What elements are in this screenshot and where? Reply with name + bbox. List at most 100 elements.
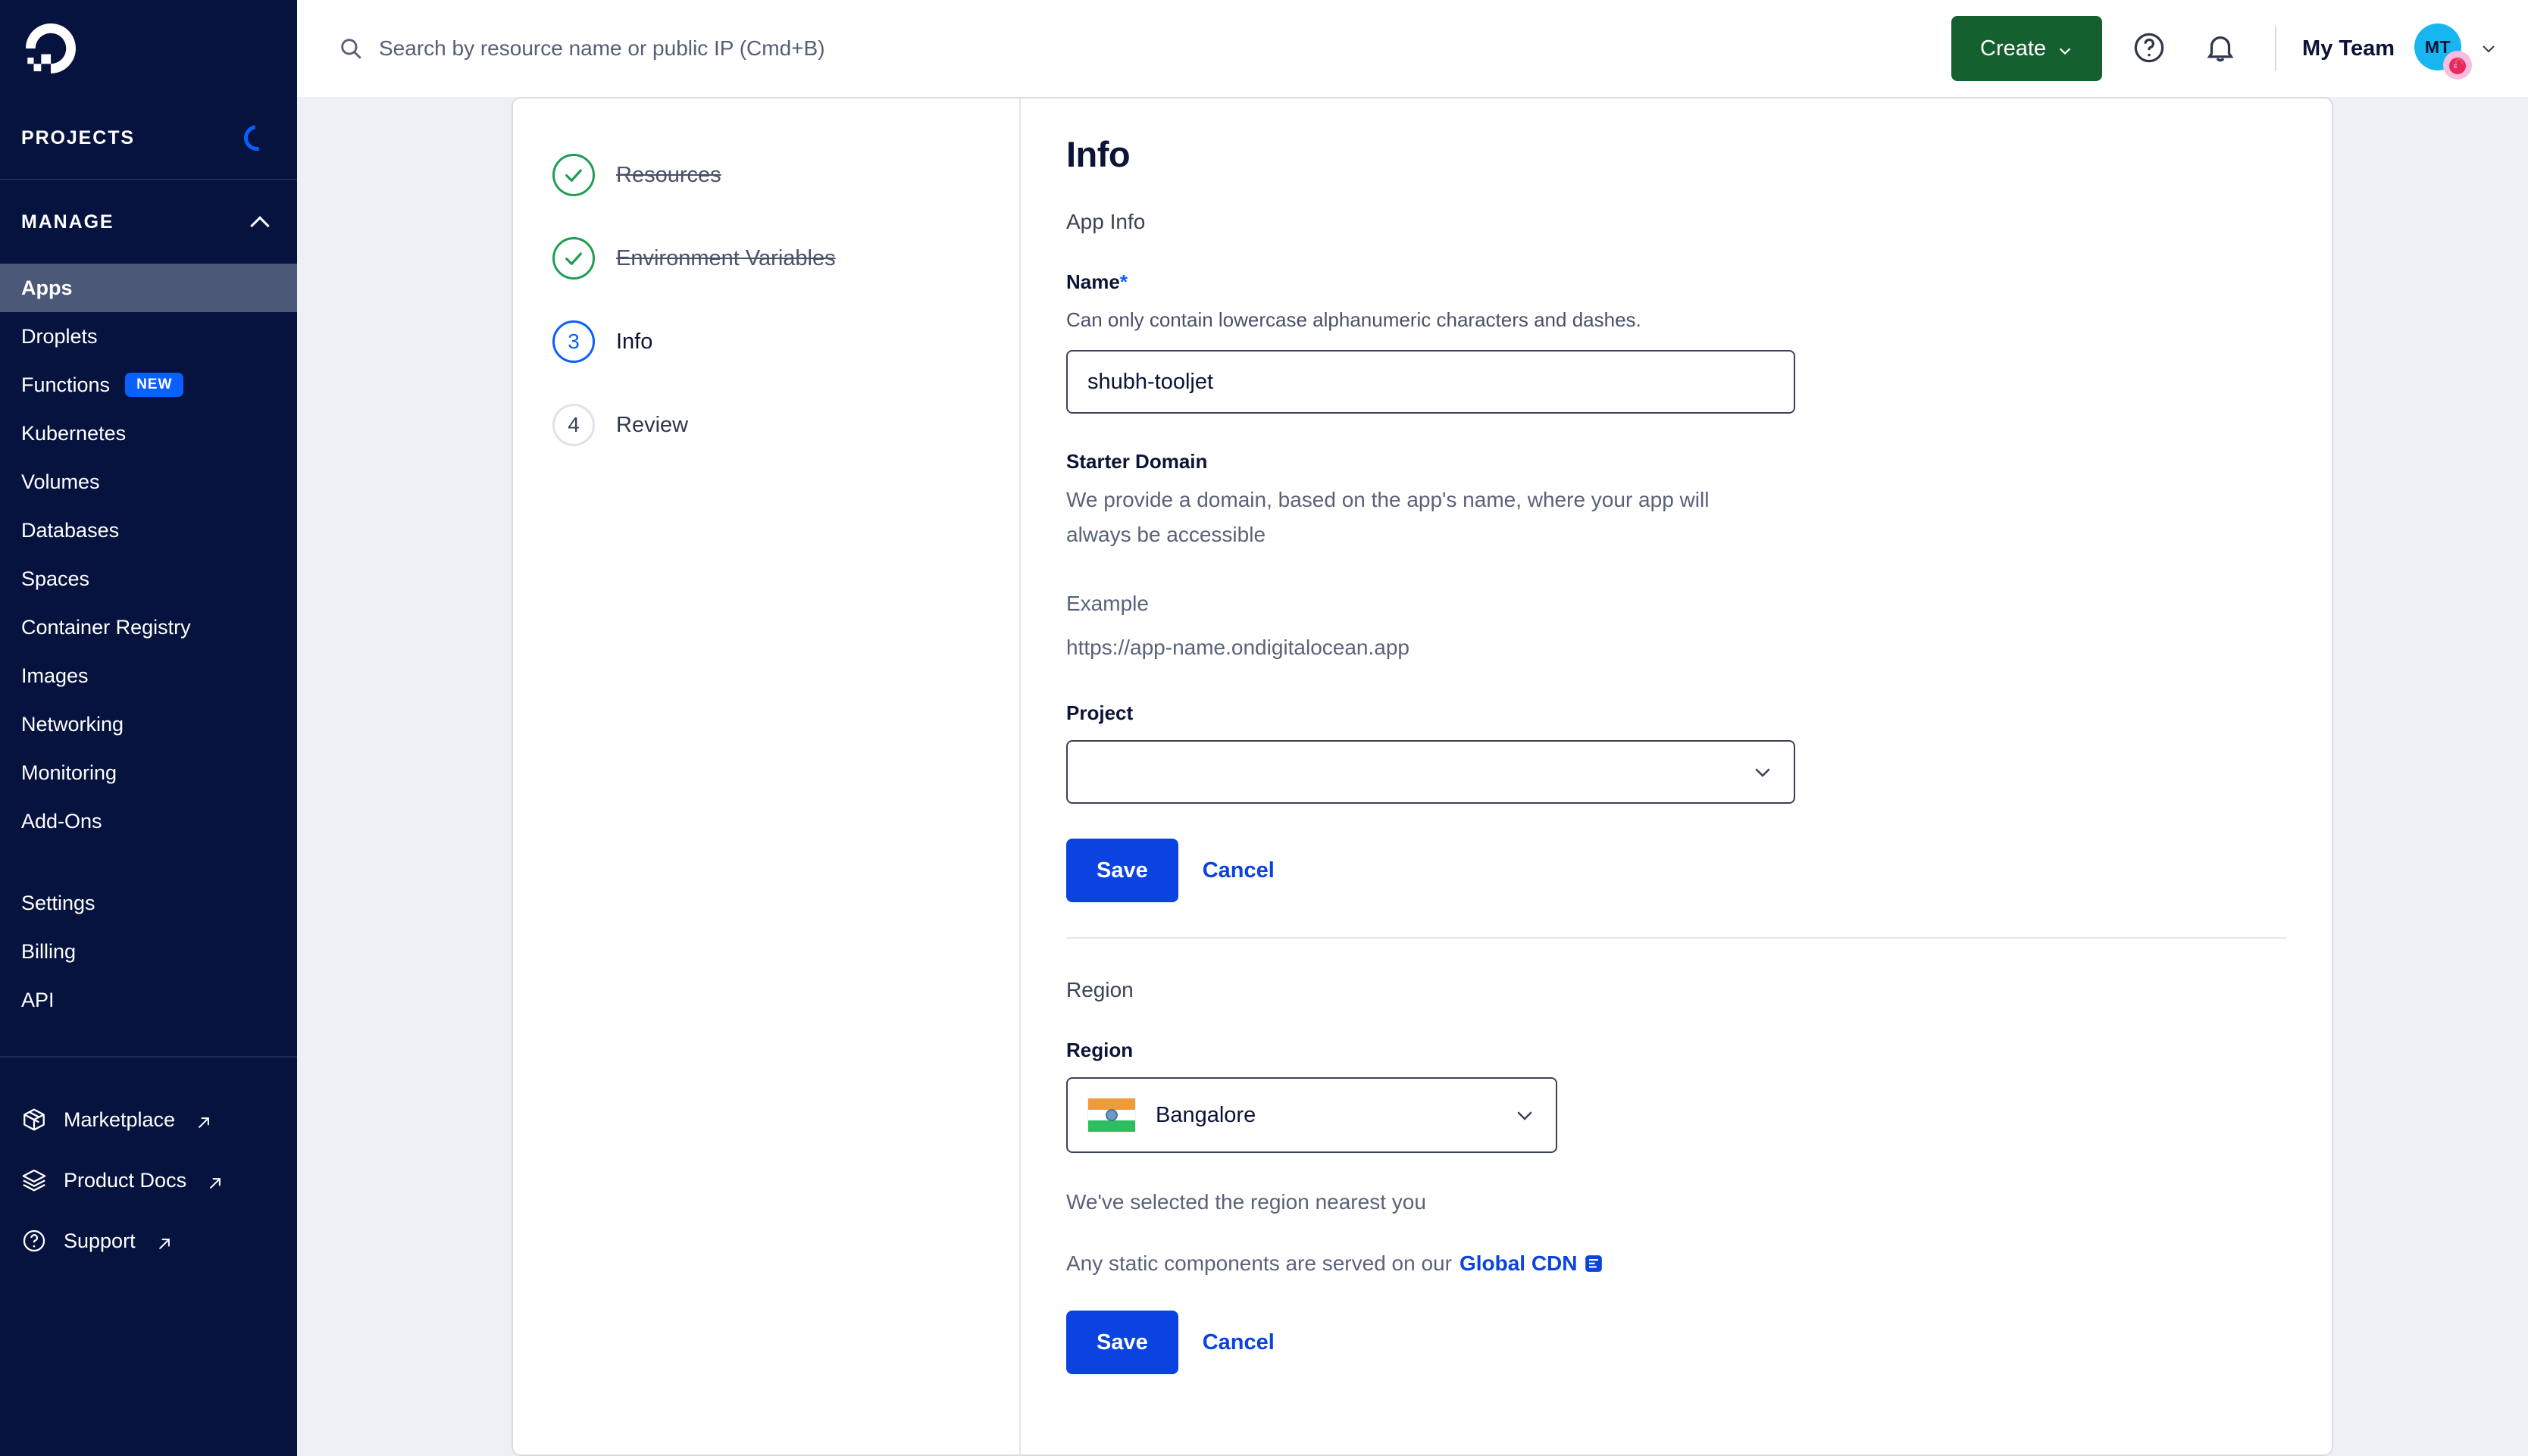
chevron-down-icon[interactable]	[2480, 39, 2498, 58]
sidebar-item-images[interactable]: Images	[0, 651, 297, 700]
sidebar-external-marketplace[interactable]: Marketplace	[0, 1089, 297, 1150]
step-number: 4	[552, 404, 595, 446]
wizard-step-label: Resources	[616, 162, 721, 187]
sidebar-item-label: Settings	[21, 891, 95, 914]
sidebar-item-settings[interactable]: Settings	[0, 879, 297, 927]
sidebar: PROJECTS MANAGE Apps Droplets Functions NEW…	[0, 0, 297, 1456]
starter-domain-description: We provide a domain, based on the app's …	[1066, 488, 1710, 547]
sidebar-item-label: Container Registry	[21, 615, 191, 639]
chevron-up-icon[interactable]	[252, 213, 270, 231]
sidebar-item-monitoring[interactable]: Monitoring	[0, 748, 297, 797]
cancel-button-region[interactable]: Cancel	[1203, 1330, 1275, 1355]
sidebar-external-label: Support	[64, 1229, 136, 1252]
sidebar-item-label: Images	[21, 664, 89, 687]
search-icon	[338, 36, 364, 61]
help-button[interactable]	[2125, 24, 2173, 73]
global-cdn-link[interactable]: Global CDN	[1460, 1251, 1603, 1276]
digitalocean-logo-icon	[26, 23, 76, 73]
question-circle-icon	[21, 1228, 47, 1254]
app-info-heading: App Info	[1066, 210, 1146, 233]
search-box[interactable]	[338, 36, 1951, 61]
sidebar-item-api[interactable]: API	[0, 976, 297, 1024]
sidebar-item-volumes[interactable]: Volumes	[0, 458, 297, 506]
wizard-step-resources[interactable]: Resources	[552, 133, 1019, 217]
sidebar-external-label: Product Docs	[64, 1168, 187, 1192]
sidebar-item-droplets[interactable]: Droplets	[0, 312, 297, 361]
step-number: 3	[552, 320, 595, 363]
sidebar-item-label: Apps	[21, 276, 73, 299]
sidebar-account-nav: Settings Billing API	[0, 879, 297, 1024]
wizard-step-label: Environment Variables	[616, 245, 836, 270]
sidebar-item-functions[interactable]: Functions NEW	[0, 361, 297, 409]
example-url: https://app-name.ondigitalocean.app	[1066, 635, 1409, 659]
wizard-step-label: Review	[616, 412, 689, 437]
create-app-card: Resources Environment Variables 3 Info 4 Revi…	[512, 97, 2333, 1456]
sidebar-item-label: Kubernetes	[21, 421, 127, 445]
cdn-note: Any static components are served on our …	[1066, 1251, 2286, 1276]
cancel-button[interactable]: Cancel	[1203, 858, 1275, 883]
required-marker: *	[1119, 270, 1128, 293]
new-badge: NEW	[125, 373, 184, 397]
check-icon	[552, 237, 595, 280]
external-link-arrow-icon	[157, 1233, 172, 1249]
sidebar-item-label: Networking	[21, 712, 124, 736]
global-cdn-link-label: Global CDN	[1459, 1251, 1578, 1276]
sidebar-item-container-registry[interactable]: Container Registry	[0, 603, 297, 651]
create-button[interactable]: Create	[1951, 16, 2103, 81]
projects-section-header[interactable]: PROJECTS	[0, 97, 297, 179]
region-select-value: Bangalore	[1156, 1102, 1256, 1127]
sidebar-item-label: API	[21, 988, 55, 1011]
wizard-step-review[interactable]: 4 Review	[552, 383, 1019, 467]
region-select[interactable]: Bangalore	[1066, 1077, 1557, 1154]
projects-label: PROJECTS	[21, 127, 135, 148]
sidebar-external-product-docs[interactable]: Product Docs	[0, 1150, 297, 1211]
info-form: Info App Info Name* Can only contain low…	[1019, 98, 2332, 1454]
wizard-step-label: Info	[616, 329, 653, 354]
svg-text:E: E	[2454, 64, 2458, 70]
sidebar-item-label: Monitoring	[21, 761, 117, 784]
app-name-input[interactable]	[1066, 350, 1795, 414]
loading-spinner-icon	[239, 120, 275, 156]
search-input[interactable]	[379, 36, 1061, 61]
wizard-steps: Resources Environment Variables 3 Info 4 Revi…	[513, 98, 1019, 1454]
project-select[interactable]	[1066, 740, 1795, 805]
sidebar-item-label: Billing	[21, 939, 77, 963]
sidebar-external-links: Marketplace Product Docs Support	[0, 1058, 297, 1271]
sidebar-item-networking[interactable]: Networking	[0, 700, 297, 748]
create-button-label: Create	[1980, 36, 2047, 61]
sidebar-nav: Apps Droplets Functions NEW Kubernetes Volume…	[0, 264, 297, 845]
page-title: Info	[1066, 134, 1131, 174]
project-field-label: Project	[1066, 701, 1134, 725]
sidebar-item-kubernetes[interactable]: Kubernetes	[0, 409, 297, 458]
sidebar-item-apps[interactable]: Apps	[0, 264, 297, 312]
sidebar-item-add-ons[interactable]: Add-Ons	[0, 797, 297, 845]
cube-icon	[21, 1107, 47, 1133]
region-note: We've selected the region nearest you	[1066, 1190, 1426, 1214]
wizard-step-environment-variables[interactable]: Environment Variables	[552, 217, 1019, 300]
check-icon	[552, 154, 595, 196]
name-helper-text: Can only contain lowercase alphanumeric …	[1066, 308, 1641, 331]
cdn-note-prefix: Any static components are served on our	[1066, 1251, 1452, 1276]
save-button[interactable]: Save	[1066, 839, 1178, 903]
sidebar-item-billing[interactable]: Billing	[0, 927, 297, 976]
india-flag-icon	[1087, 1098, 1136, 1133]
sidebar-external-support[interactable]: Support	[0, 1211, 297, 1271]
section-divider	[1066, 937, 2286, 939]
avatar[interactable]: MT E	[2414, 23, 2472, 80]
manage-section-header[interactable]: MANAGE	[0, 180, 297, 264]
document-icon	[1584, 1254, 1603, 1273]
region-field-label: Region	[1066, 1039, 1134, 1062]
sidebar-item-spaces[interactable]: Spaces	[0, 555, 297, 603]
logo-wrap[interactable]	[0, 0, 297, 97]
save-button-region[interactable]: Save	[1066, 1311, 1178, 1375]
wizard-step-info[interactable]: 3 Info	[552, 300, 1019, 383]
sidebar-item-databases[interactable]: Databases	[0, 506, 297, 555]
sidebar-item-label: Functions	[21, 373, 111, 396]
starter-domain-label: Starter Domain	[1066, 450, 1208, 473]
region-section-heading: Region	[1066, 978, 1134, 1002]
question-circle-icon	[2132, 30, 2167, 67]
sidebar-item-label: Droplets	[21, 324, 98, 348]
region-actions: Save Cancel	[1066, 1311, 2286, 1375]
sidebar-item-label: Spaces	[21, 567, 90, 590]
notifications-button[interactable]	[2196, 24, 2245, 73]
